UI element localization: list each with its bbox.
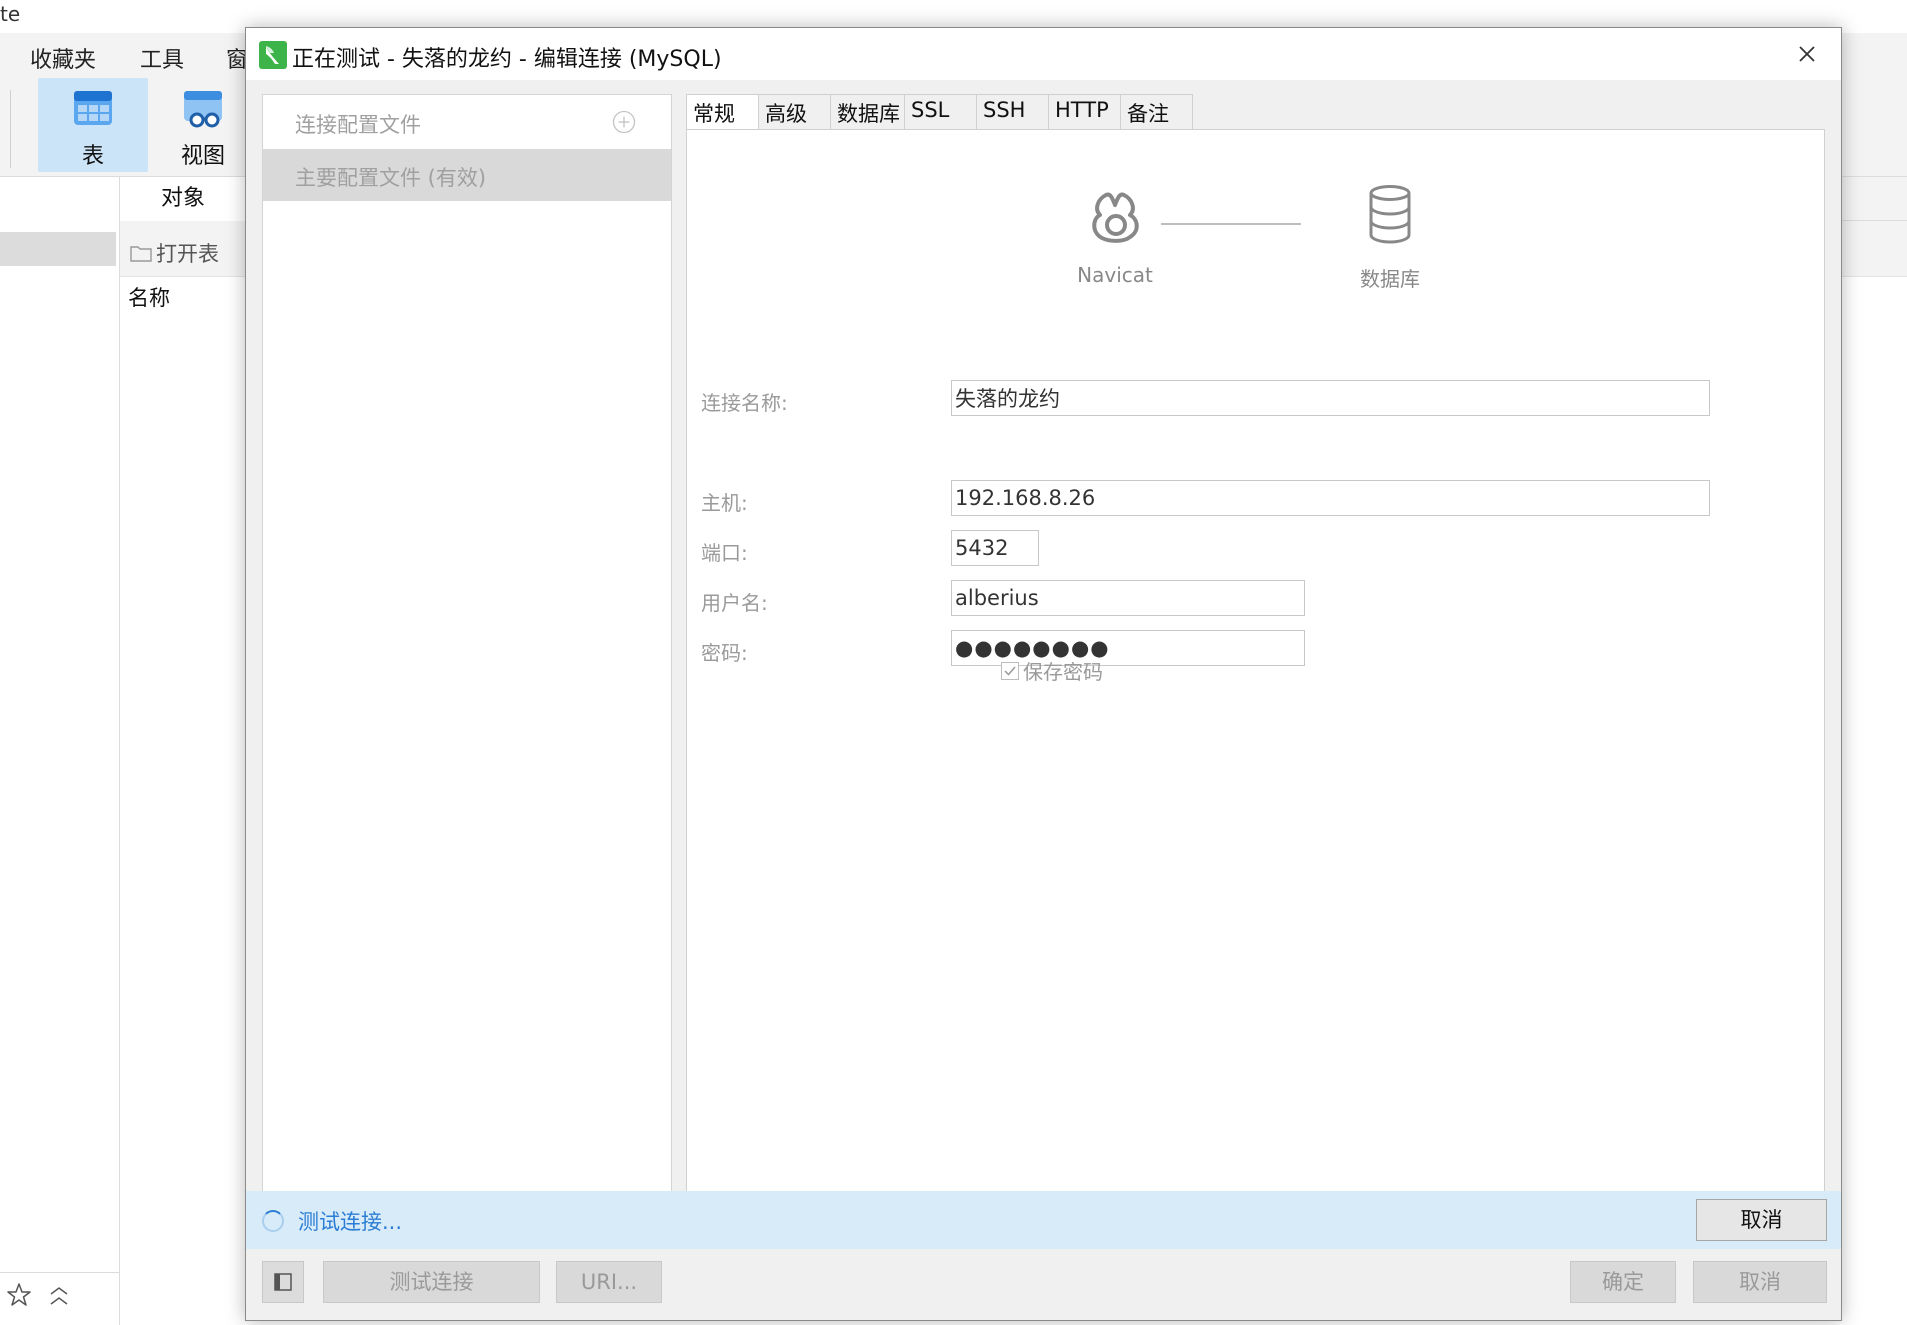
navicat-label: Navicat xyxy=(1077,263,1153,287)
database-icon xyxy=(1369,185,1411,244)
open-table-label: 打开表 xyxy=(156,242,219,266)
window-title-fragment: te xyxy=(0,2,21,26)
profile-item-primary[interactable]: 主要配置文件 (有效) xyxy=(263,149,671,201)
tab-notes[interactable]: 备注 xyxy=(1121,94,1193,130)
dialog-title: 正在测试 - 失落的龙约 - 编辑连接 (MySQL) xyxy=(292,47,722,72)
navigation-pane xyxy=(0,177,120,1325)
save-password-checkbox[interactable]: 保存密码 xyxy=(1001,656,1103,685)
toolbar-table-label: 表 xyxy=(81,144,104,169)
menu-favorites[interactable]: 收藏夹 xyxy=(30,42,96,74)
tab-objects[interactable]: 对象 xyxy=(120,177,246,221)
checkbox-box[interactable] xyxy=(1001,661,1019,680)
cancel-button[interactable]: 取消 xyxy=(1693,1261,1827,1303)
folder-icon xyxy=(130,246,152,262)
username-label: 用户名: xyxy=(701,591,768,615)
chevron-collapse-icon[interactable] xyxy=(48,1286,70,1306)
add-profile-icon[interactable] xyxy=(612,110,636,134)
connection-line xyxy=(1161,223,1301,225)
column-header-name[interactable]: 名称 xyxy=(128,282,170,312)
toggle-sidebar-button[interactable] xyxy=(262,1261,304,1303)
port-input[interactable] xyxy=(951,530,1039,566)
navicat-logo-icon xyxy=(1092,192,1139,243)
profile-item-label: 主要配置文件 (有效) xyxy=(295,166,487,190)
connection-profile-title: 连接配置文件 xyxy=(295,113,421,137)
toolbar-view-button[interactable]: 视图 xyxy=(148,78,258,172)
menu-tools[interactable]: 工具 xyxy=(140,42,184,74)
loading-spinner-icon xyxy=(262,1210,284,1232)
toolbar-table-button[interactable]: 表 xyxy=(38,78,148,172)
navicat-app-icon xyxy=(259,41,287,69)
testing-status-bar: 测试连接... 取消 xyxy=(246,1191,1841,1249)
tab-ssh[interactable]: SSH xyxy=(977,94,1049,130)
tab-databases[interactable]: 数据库 xyxy=(831,94,905,130)
connection-profile-panel: 连接配置文件 主要配置文件 (有效) xyxy=(262,94,672,1222)
edit-connection-dialog: 正在测试 - 失落的龙约 - 编辑连接 (MySQL) 连接配置文件 主要配置文… xyxy=(245,27,1842,1321)
host-input[interactable] xyxy=(951,480,1710,516)
settings-tab-bar: 常规 高级 数据库 SSL SSH HTTP 备注 xyxy=(686,94,1193,132)
tab-advanced[interactable]: 高级 xyxy=(759,94,831,130)
navigation-selected-item[interactable] xyxy=(0,232,116,266)
username-input[interactable] xyxy=(951,580,1305,616)
toolbar-separator xyxy=(10,90,11,168)
tab-http[interactable]: HTTP xyxy=(1049,94,1121,130)
status-text: 测试连接... xyxy=(298,1210,403,1234)
view-icon xyxy=(184,91,222,128)
tab-general[interactable]: 常规 xyxy=(686,94,759,132)
test-connection-button[interactable]: 测试连接 xyxy=(323,1261,540,1303)
cancel-test-button[interactable]: 取消 xyxy=(1696,1199,1827,1241)
ok-button[interactable]: 确定 xyxy=(1570,1261,1676,1303)
connection-name-input[interactable] xyxy=(951,380,1710,416)
star-icon[interactable] xyxy=(6,1282,32,1308)
port-label: 端口: xyxy=(701,541,748,565)
dialog-title-bar[interactable]: 正在测试 - 失落的龙约 - 编辑连接 (MySQL) xyxy=(246,28,1841,80)
toolbar-view-label: 视图 xyxy=(180,144,225,169)
uri-button[interactable]: URI... xyxy=(556,1261,662,1303)
close-icon[interactable] xyxy=(1793,40,1821,68)
general-tab-content: Navicat 数据库 连接名称: 主机: 端口: 用户名: 密码: 保存密码 xyxy=(686,129,1825,1222)
open-table-button[interactable]: 打开表 xyxy=(130,238,219,268)
sidebar-toggle-icon xyxy=(274,1273,292,1291)
tab-ssl[interactable]: SSL xyxy=(905,94,977,130)
checkmark-icon xyxy=(1004,666,1016,676)
connection-profile-header: 连接配置文件 xyxy=(263,95,671,149)
connection-name-label: 连接名称: xyxy=(701,391,788,415)
password-label: 密码: xyxy=(701,641,748,665)
table-icon xyxy=(74,91,112,125)
save-password-label: 保存密码 xyxy=(1023,660,1103,684)
host-label: 主机: xyxy=(701,491,748,515)
database-label: 数据库 xyxy=(1360,267,1420,291)
